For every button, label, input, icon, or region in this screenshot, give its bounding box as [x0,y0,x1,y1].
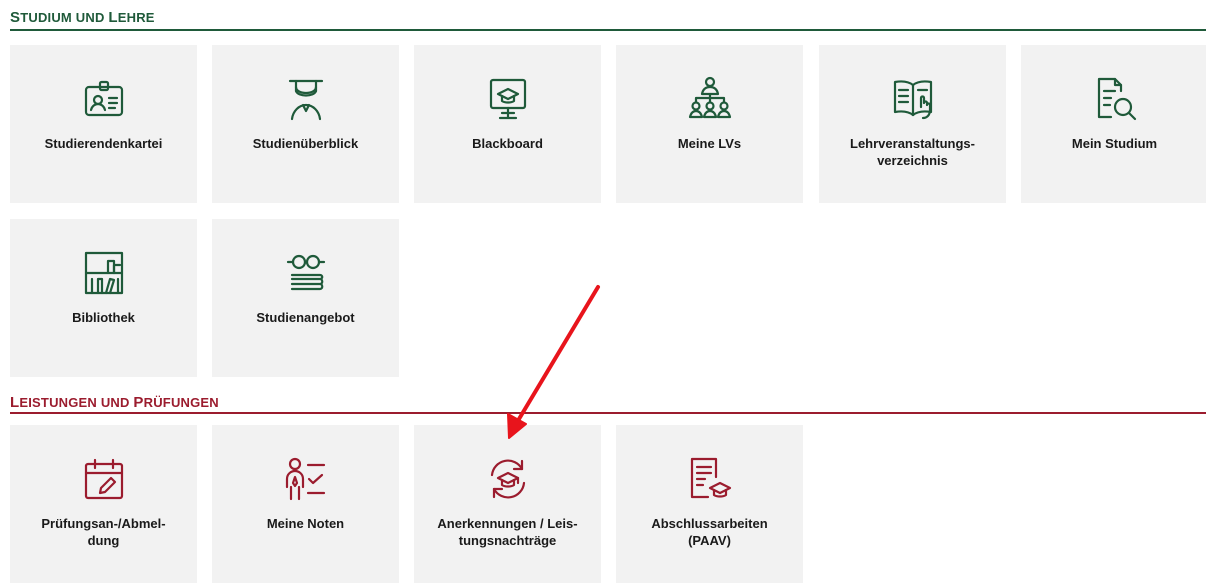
tile-pruefungsanmeldung[interactable]: Prüfungsan-/Abmel- dung [10,425,197,583]
tile-anerkennungen[interactable]: Anerkennungen / Leis- tungsnachträge [414,425,601,583]
tile-studienangebot[interactable]: Studienangebot [212,219,399,377]
tile-label: Meine LVs [677,136,742,151]
tile-blackboard[interactable]: Blackboard [414,45,601,203]
glasses-books-icon [282,249,330,297]
tile-label: Prüfungsan-/Abmel- dung [41,516,166,548]
section-divider [10,29,1206,31]
title-initial: P [133,394,144,411]
title-initial: S [10,9,21,26]
tile-meine-lvs[interactable]: Meine LVs [616,45,803,203]
person-checklist-icon [282,455,330,503]
open-book-icon [889,75,937,123]
tile-label: Lehrveranstaltungs- verzeichnis [850,136,975,168]
tile-label: Studierendenkartei [44,136,163,151]
title-text: TUDIUM UND [20,10,109,25]
title-text: EISTUNGEN UND [19,395,134,410]
tile-studierendenkartei[interactable]: Studierendenkartei [10,45,197,203]
tile-mein-studium[interactable]: Mein Studium [1021,45,1206,203]
title-initial: L [10,394,20,411]
title-text: RÜFUNGEN [143,395,219,410]
document-graduation-icon [686,455,734,503]
title-initial: L [108,9,118,26]
tile-label: Mein Studium [1071,136,1158,151]
tile-label: Studienangebot [256,310,355,325]
tile-label: Blackboard [472,136,543,151]
title-text: EHRE [117,10,155,25]
tile-label: Anerkennungen / Leis- tungsnachträge [437,516,578,548]
tile-label: Studienüberblick [252,136,359,151]
tile-meine-noten[interactable]: Meine Noten [212,425,399,583]
tile-label: Bibliothek [72,310,135,325]
tile-bibliothek[interactable]: Bibliothek [10,219,197,377]
graduate-icon [282,75,330,123]
org-chart-people-icon [686,75,734,123]
graduation-cap-refresh-icon [484,455,532,503]
tile-label: Meine Noten [266,516,345,531]
tile-label: Abschlussarbeiten (PAAV) [651,516,768,548]
bookshelf-icon [80,249,128,297]
document-search-icon [1091,75,1139,123]
tile-studienueberblick[interactable]: Studienüberblick [212,45,399,203]
section-title-leistungen-und-pruefungen: LEISTUNGEN UND PRÜFUNGEN [10,395,219,411]
section-title-studium-und-lehre: STUDIUM UND LEHRE [10,10,155,26]
tile-abschlussarbeiten[interactable]: Abschlussarbeiten (PAAV) [616,425,803,583]
section-divider [10,412,1206,414]
student-id-card-icon [80,75,128,123]
calendar-edit-icon [80,455,128,503]
presentation-board-icon [484,75,532,123]
tile-lehrveranstaltungsverzeichnis[interactable]: Lehrveranstaltungs- verzeichnis [819,45,1006,203]
